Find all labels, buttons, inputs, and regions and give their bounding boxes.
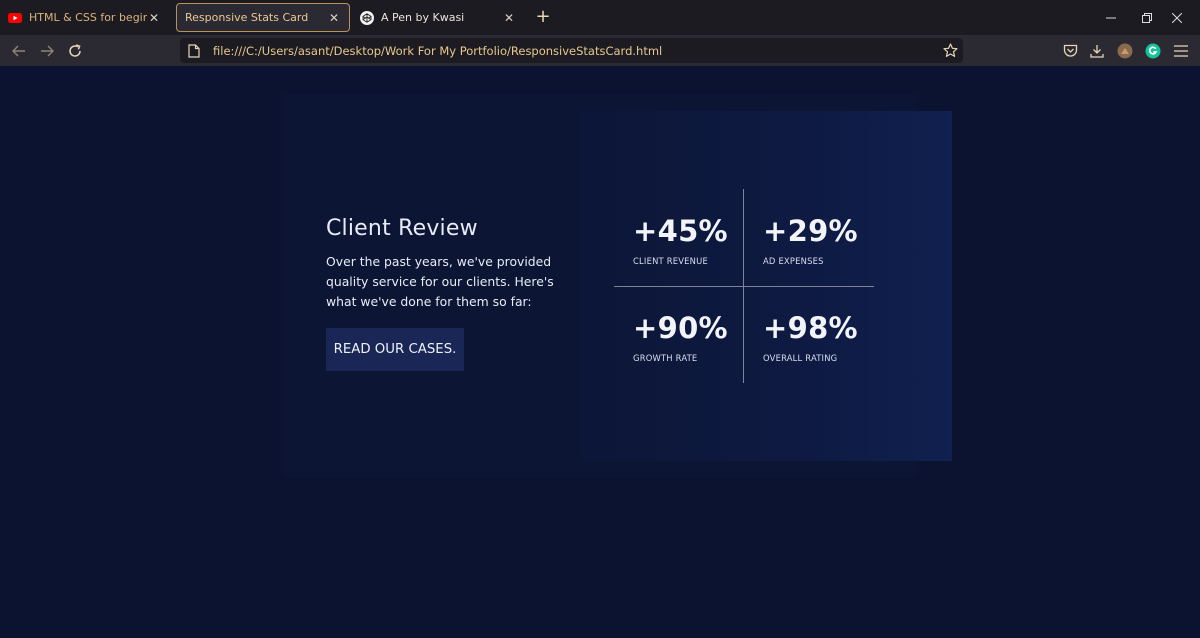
stat-value: +90% <box>633 311 728 345</box>
navigation-bar: file:///C:/Users/asant/Desktop/Work For … <box>0 35 1200 66</box>
url-text[interactable]: file:///C:/Users/asant/Desktop/Work For … <box>213 44 662 58</box>
close-icon[interactable]: ✕ <box>147 11 161 25</box>
back-arrow-icon[interactable] <box>7 39 31 63</box>
youtube-icon <box>8 11 22 25</box>
stat-label: GROWTH RATE <box>633 353 698 363</box>
stat-ad-expenses: +29% AD EXPENSES <box>763 214 883 266</box>
stat-label: CLIENT REVENUE <box>633 256 708 266</box>
new-tab-plus-icon[interactable]: + <box>533 6 553 28</box>
tab-strip: HTML & CSS for beginners - YouTube ✕ Res… <box>0 0 1200 35</box>
profile-avatar-icon[interactable] <box>1116 42 1134 60</box>
stat-value: +29% <box>763 214 858 248</box>
close-icon[interactable]: ✕ <box>502 11 516 25</box>
client-review-section: Client Review Over the past years, we've… <box>326 216 596 371</box>
stat-overall-rating: +98% OVERALL RATING <box>763 311 883 363</box>
bookmark-star-icon[interactable] <box>942 42 959 59</box>
pocket-icon[interactable] <box>1061 42 1079 60</box>
review-description: Over the past years, we've provided qual… <box>326 254 554 309</box>
tab-youtube[interactable]: HTML & CSS for beginners - YouTube ✕ <box>2 3 169 32</box>
codepen-icon <box>360 10 374 25</box>
window-close-icon[interactable] <box>1154 0 1200 35</box>
download-icon[interactable] <box>1088 42 1106 60</box>
tab-responsive-stats-card[interactable]: Responsive Stats Card ✕ <box>176 3 350 32</box>
address-bar[interactable]: file:///C:/Users/asant/Desktop/Work For … <box>180 38 963 63</box>
stat-label: AD EXPENSES <box>763 256 824 266</box>
stat-value: +45% <box>633 214 728 248</box>
horizontal-divider <box>614 286 874 287</box>
stat-growth-rate: +90% GROWTH RATE <box>633 311 753 363</box>
close-icon[interactable]: ✕ <box>327 11 341 25</box>
tab-title: HTML & CSS for beginners - YouTube <box>29 11 147 24</box>
review-title: Client Review <box>326 216 478 241</box>
tab-title: Responsive Stats Card <box>185 11 309 24</box>
tab-codepen[interactable]: A Pen by Kwasi ✕ <box>354 3 524 32</box>
page-icon <box>188 43 202 58</box>
grammarly-icon[interactable] <box>1144 42 1162 60</box>
stat-label: OVERALL RATING <box>763 353 838 363</box>
stat-client-revenue: +45% CLIENT REVENUE <box>633 214 753 266</box>
tab-title: A Pen by Kwasi <box>381 11 465 24</box>
reload-icon[interactable] <box>63 39 87 63</box>
read-our-cases-button[interactable]: READ OUR CASES. <box>326 328 464 371</box>
forward-arrow-icon[interactable] <box>35 39 59 63</box>
menu-hamburger-icon[interactable] <box>1172 42 1190 60</box>
stat-value: +98% <box>763 311 858 345</box>
